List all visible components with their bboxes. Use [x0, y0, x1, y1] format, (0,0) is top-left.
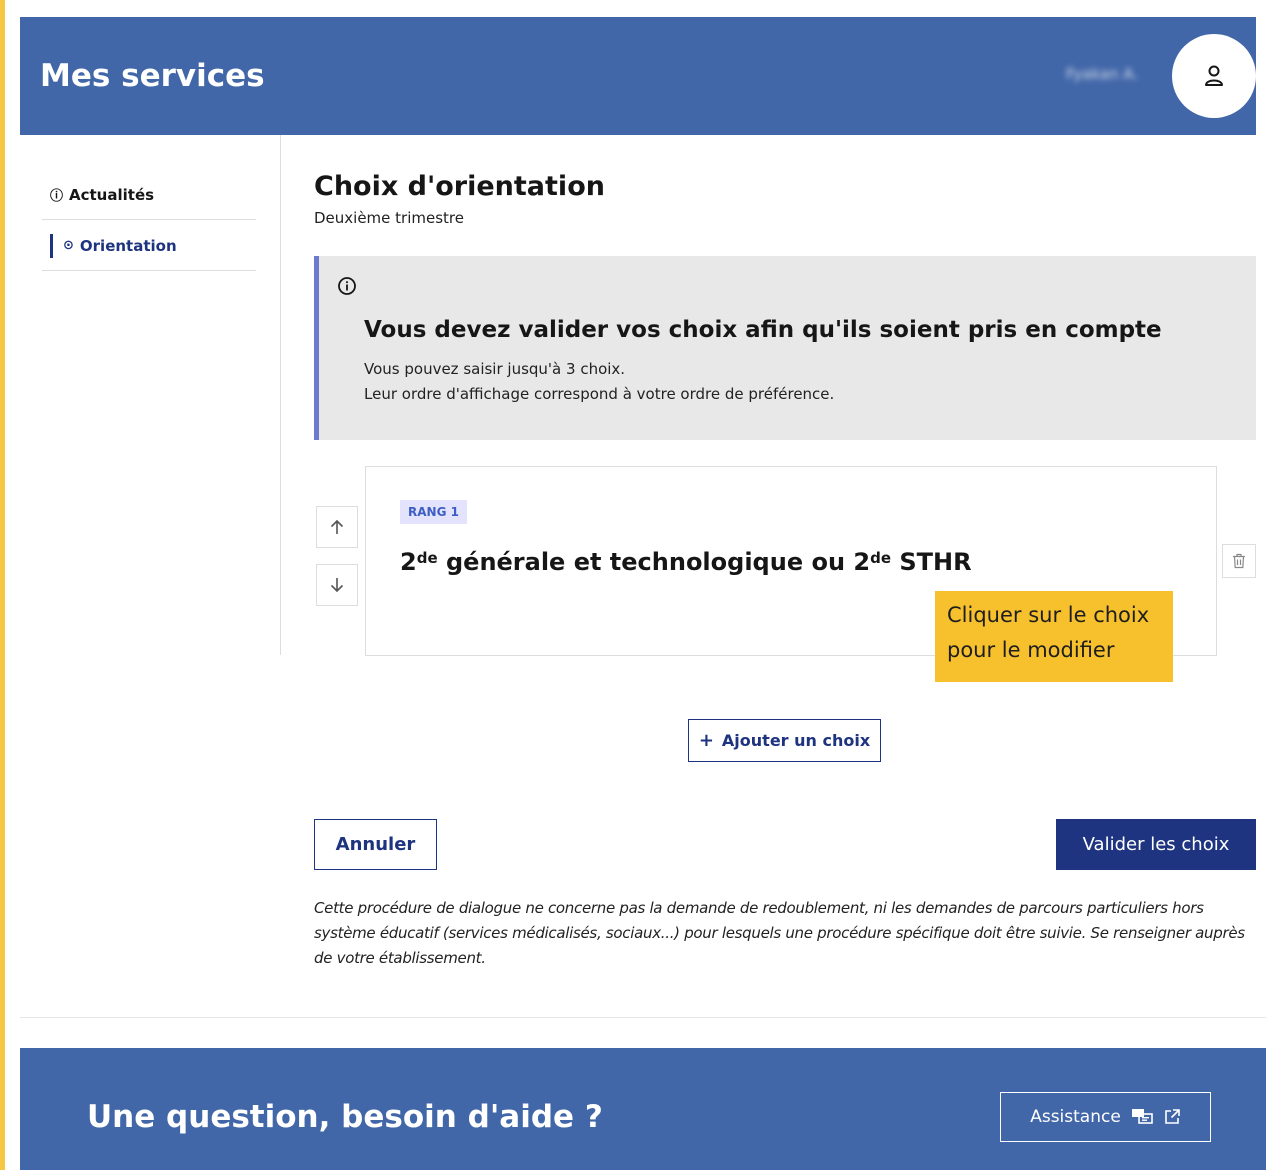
assistance-button[interactable]: Assistance	[1000, 1092, 1211, 1142]
move-up-button[interactable]	[316, 506, 358, 548]
info-notice: Vous devez valider vos choix afin qu'ils…	[314, 256, 1256, 440]
assistance-label: Assistance	[1030, 1107, 1121, 1127]
user-avatar-button[interactable]	[1172, 34, 1256, 118]
rank-badge: RANG 1	[400, 500, 467, 524]
page-title: Choix d'orientation	[314, 171, 605, 202]
add-choice-label: Ajouter un choix	[721, 731, 871, 750]
page-subtitle: Deuxième trimestre	[314, 209, 464, 227]
notice-text: Vous pouvez saisir jusqu'à 3 choix.	[364, 360, 626, 378]
notice-title: Vous devez valider vos choix afin qu'ils…	[364, 317, 1162, 343]
sidebar: ⓘ Actualités ⊙ Orientation	[20, 135, 281, 655]
plus-icon: +	[698, 730, 714, 751]
callout-text: Cliquer sur le choix	[947, 603, 1150, 627]
sidebar-item-orientation[interactable]: ⊙ Orientation	[42, 221, 256, 271]
help-footer: Une question, besoin d'aide ? Assistance	[20, 1048, 1266, 1170]
sidebar-item-label: Actualités	[69, 185, 155, 204]
app-header: Mes services Fyakan A.	[20, 17, 1256, 135]
validate-choices-button[interactable]: Valider les choix	[1056, 819, 1256, 870]
add-choice-button[interactable]: + Ajouter un choix	[688, 719, 881, 762]
external-link-icon	[1164, 1109, 1180, 1124]
notice-text: Leur ordre d'affichage correspond à votr…	[364, 385, 835, 403]
sidebar-item-actualites[interactable]: ⓘ Actualités	[42, 170, 256, 220]
app-title: Mes services	[40, 58, 265, 94]
delete-choice-button[interactable]	[1222, 544, 1256, 578]
arrow-down-icon	[330, 578, 344, 593]
info-icon	[338, 277, 356, 295]
trash-icon	[1233, 553, 1245, 569]
cancel-button[interactable]: Annuler	[314, 819, 437, 870]
disclaimer-text: Cette procédure de dialogue ne concerne …	[314, 899, 1245, 967]
info-icon: ⓘ	[50, 189, 64, 204]
left-accent-rule	[0, 0, 5, 1170]
sidebar-item-label: Orientation	[79, 236, 177, 255]
user-icon	[1205, 65, 1223, 86]
user-name: Fyakan A.	[1066, 65, 1138, 83]
move-down-button[interactable]	[316, 564, 358, 606]
divider	[20, 1017, 1266, 1018]
tooltip-callout: Cliquer sur le choix pour le modifier	[935, 591, 1173, 682]
choice-title: 2de générale et technologique ou 2de STH…	[400, 548, 972, 576]
active-indicator	[50, 233, 53, 258]
arrow-up-icon	[330, 519, 344, 534]
callout-text: pour le modifier	[947, 638, 1115, 662]
compass-icon: ⊙	[63, 238, 74, 253]
support-chat-icon	[1131, 1109, 1153, 1124]
footer-title: Une question, besoin d'aide ?	[87, 1099, 603, 1135]
